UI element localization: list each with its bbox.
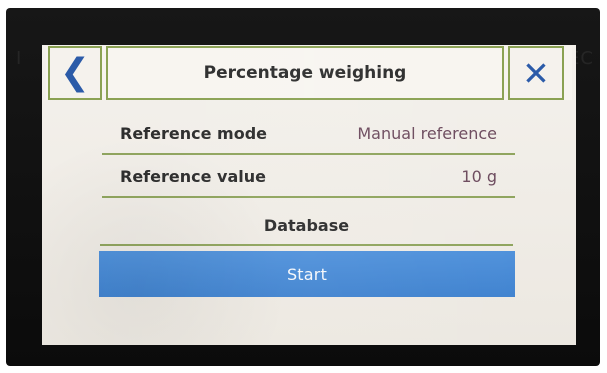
start-button[interactable]: Start (99, 251, 515, 297)
page-title: Percentage weighing (203, 63, 407, 83)
back-button[interactable]: ❮ (48, 46, 102, 100)
touch-screen: ❮ Percentage weighing ✕ Reference mode M… (42, 45, 576, 345)
chevron-left-icon: ❮ (59, 52, 91, 93)
device-bezel: I EC ❮ Percentage weighing ✕ Reference m… (6, 8, 600, 366)
reference-mode-value: Manual reference (357, 124, 497, 143)
reference-value-label: Reference value (120, 167, 266, 186)
photo-frame: I EC ❮ Percentage weighing ✕ Reference m… (0, 0, 607, 373)
page-title-box: Percentage weighing (106, 46, 504, 100)
left-background-text: I (16, 48, 23, 69)
header-bar: ❮ Percentage weighing ✕ (46, 46, 572, 100)
reference-mode-label: Reference mode (120, 124, 267, 143)
close-icon: ✕ (522, 53, 550, 93)
reference-value-value: 10 g (461, 167, 497, 186)
close-button[interactable]: ✕ (508, 46, 564, 100)
start-label: Start (286, 264, 328, 284)
reference-mode-row[interactable]: Reference mode Manual reference (102, 115, 515, 155)
reference-value-row[interactable]: Reference value 10 g (102, 158, 515, 198)
database-label: Database (263, 215, 350, 235)
database-button[interactable]: Database (100, 206, 513, 246)
